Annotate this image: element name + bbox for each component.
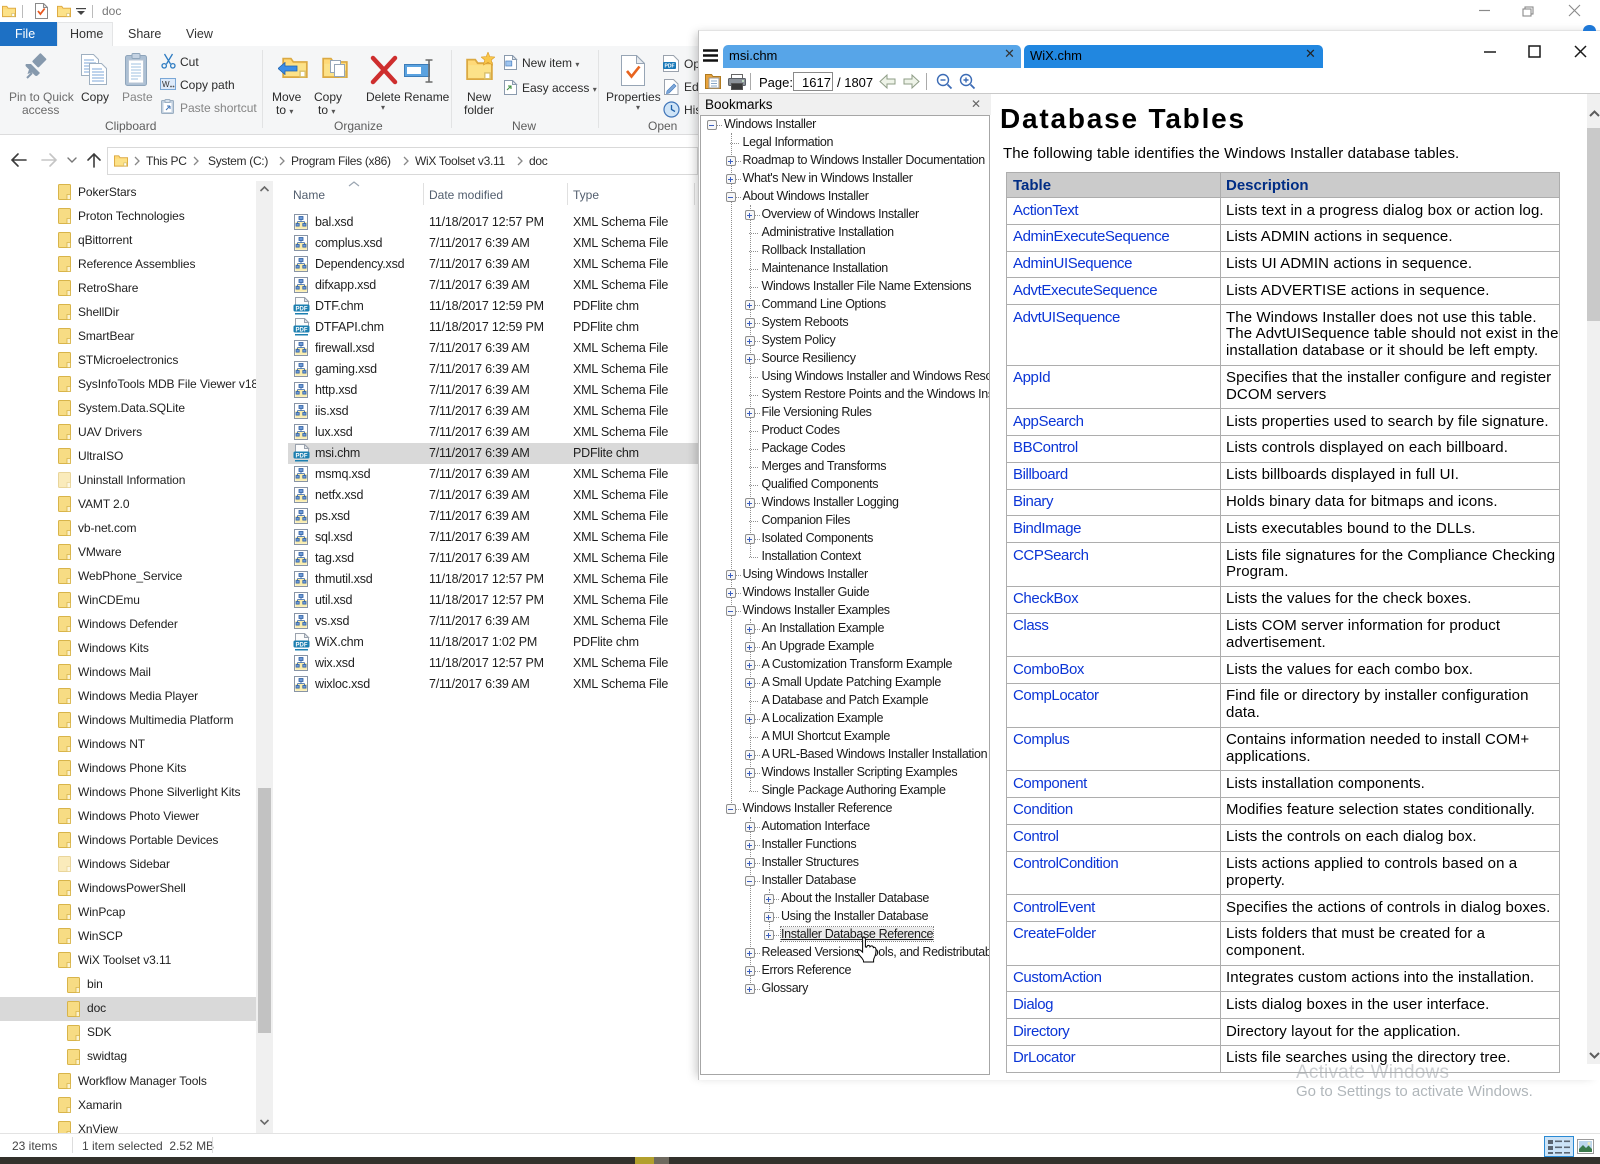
svg-text:PDF: PDF [296,327,308,333]
svg-text:PDF: PDF [665,64,675,70]
svg-text:PDF: PDF [296,306,308,312]
svg-text:PDF: PDF [296,642,308,648]
svg-text:PDF: PDF [296,453,308,459]
svg-text:W: W [162,80,170,89]
